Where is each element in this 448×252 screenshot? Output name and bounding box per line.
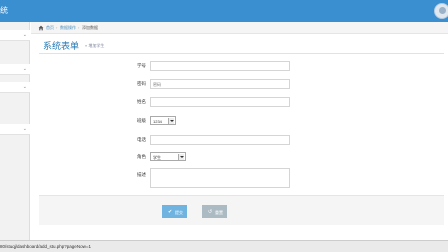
avatar-head: [439, 7, 446, 14]
undo-icon: ↺: [208, 209, 213, 215]
chevron-down-icon: ⌄: [22, 66, 27, 72]
student-id-label: 学号: [137, 63, 146, 68]
class-select-value: 1234: [153, 119, 162, 124]
breadcrumb-separator: ›: [56, 25, 58, 30]
page-subtitle: » 增加学生: [85, 43, 105, 48]
breadcrumb: 首页 › 数据操作 › 添加数据: [31, 22, 448, 34]
top-navbar: 统: [0, 0, 448, 22]
role-select[interactable]: 学生: [150, 152, 186, 161]
chevron-down-icon: [178, 154, 184, 160]
password-input[interactable]: [150, 79, 290, 89]
reset-button[interactable]: ↺ 重置: [202, 205, 227, 218]
student-id-input[interactable]: [150, 61, 290, 71]
chevron-down-icon: ⌄: [22, 84, 27, 90]
submit-button[interactable]: ✔ 提交: [162, 205, 187, 218]
notes-label: 描述: [137, 172, 146, 177]
sidebar-item-3[interactable]: ⌄: [0, 82, 30, 93]
role-select-value: 学生: [153, 155, 161, 160]
form-actions: ✔ 提交 ↺ 重置: [39, 195, 444, 225]
divider: [39, 53, 444, 54]
breadcrumb-current: 添加数据: [82, 25, 98, 30]
breadcrumb-separator: ›: [78, 25, 80, 30]
sidebar-item-2[interactable]: ⌄: [0, 64, 30, 75]
role-label: 角色: [137, 154, 146, 159]
breadcrumb-home[interactable]: 首页: [46, 25, 54, 31]
sidebar-item-1[interactable]: ⌄: [0, 30, 30, 41]
class-select[interactable]: 1234: [150, 116, 176, 125]
breadcrumb-data-ops[interactable]: 数据操作: [60, 25, 76, 31]
phone-label: 电话: [137, 137, 146, 142]
brand-title[interactable]: 统: [0, 5, 8, 16]
name-input[interactable]: [150, 97, 290, 107]
chevron-down-icon: [168, 118, 174, 124]
check-icon: ✔: [168, 209, 173, 215]
page-title: 系统表单: [43, 41, 80, 51]
main-content: 首页 › 数据操作 › 添加数据 系统表单 » 增加学生 学号 密码 姓名 班级…: [31, 22, 448, 240]
status-url: 80/stuqj/dashboard/add_stu.php?pageNow=1: [0, 244, 91, 249]
sidebar-item-4[interactable]: ⌄: [0, 124, 30, 135]
class-label: 班级: [137, 118, 146, 123]
chevron-down-icon: ⌄: [22, 32, 27, 38]
submit-label: 提交: [175, 210, 183, 215]
home-icon: [38, 25, 44, 31]
user-avatar-icon[interactable]: [434, 3, 448, 19]
phone-input[interactable]: [150, 135, 290, 145]
password-label: 密码: [137, 81, 146, 86]
sidebar: ⌄ ⌄ ⌄ ⌄: [0, 22, 30, 240]
browser-status-bar: 80/stuqj/dashboard/add_stu.php?pageNow=1: [0, 240, 448, 252]
chevron-down-icon: ⌄: [22, 126, 27, 132]
name-label: 姓名: [137, 99, 146, 104]
reset-label: 重置: [215, 210, 223, 215]
notes-textarea[interactable]: [150, 168, 290, 188]
